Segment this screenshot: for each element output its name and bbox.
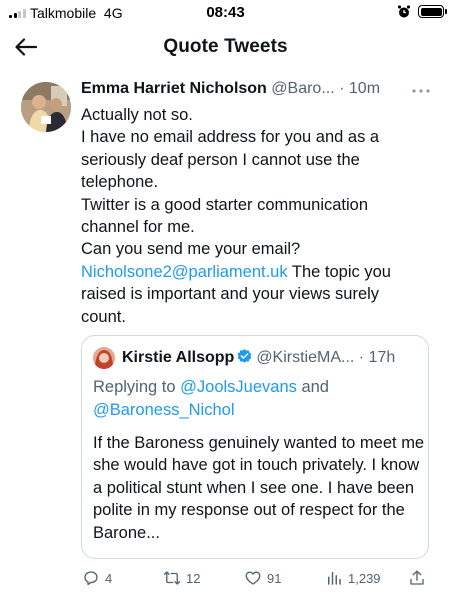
verified-icon [237, 349, 252, 363]
tweet-line: I have no email address for you and as a… [81, 128, 380, 192]
replying-to: Replying to @JoolsJuevans and @Baroness_… [93, 376, 423, 422]
status-time: 08:43 [206, 4, 245, 21]
retweet-count: 12 [186, 570, 201, 586]
tweet-line: Actually not so. [81, 106, 193, 124]
reply-icon [84, 571, 98, 586]
mention-link[interactable]: @JoolsJuevans [180, 378, 297, 396]
tweet-time[interactable]: 10m [349, 80, 380, 97]
alarm-icon [398, 5, 410, 18]
quoted-tweet-time: 17h [368, 349, 396, 366]
like-count: 91 [267, 570, 282, 586]
views-count: 1,239 [348, 570, 381, 586]
tweet-line: Can you send me your email? [81, 240, 301, 259]
share-button[interactable] [408, 564, 426, 592]
status-bar: Talkmobile 4G 08:43 [0, 0, 451, 26]
quoted-author-name: Kirstie Allsopp [122, 349, 235, 366]
reply-count: 4 [105, 570, 113, 586]
like-icon [245, 571, 261, 585]
tweet-line: Nicholsone2@parliament.uk The topic you … [81, 261, 426, 328]
mention-link[interactable]: @Baroness_Nichol [93, 401, 234, 419]
and-label: and [296, 378, 329, 396]
author-name[interactable]: Emma Harriet Nicholson [81, 80, 267, 97]
quoted-tweet-card[interactable]: Kirstie Allsopp @KirstieMA... · 17h Repl… [81, 335, 429, 559]
replying-to-label: Replying to [93, 378, 181, 396]
tweet-text: Actually not so. I have no email address… [81, 104, 426, 328]
retweet-button[interactable]: 12 [163, 564, 200, 592]
tweet-header: Emma Harriet Nicholson @Baro... · 10m [81, 80, 441, 102]
views-button[interactable]: 1,239 [325, 564, 381, 592]
quoted-tweet-header: Kirstie Allsopp @KirstieMA... · 17h [122, 348, 422, 367]
page-title: Quote Tweets [163, 36, 288, 57]
more-icon[interactable] [411, 84, 431, 98]
reply-button[interactable]: 4 [82, 564, 112, 592]
header: Quote Tweets [0, 28, 451, 66]
quoted-author-handle: @KirstieMA... [256, 349, 355, 366]
tweet-actions: 4 12 91 1,239 [0, 564, 451, 592]
quoted-tweet-text: If the Baroness genuinely wanted to meet… [93, 434, 425, 542]
author-handle[interactable]: @Baro... [271, 80, 334, 97]
author-avatar[interactable] [21, 82, 71, 132]
share-icon [410, 570, 424, 585]
email-link[interactable]: Nicholsone2@parliament.uk [81, 263, 288, 281]
battery-icon [418, 5, 447, 18]
quoted-author-avatar [93, 347, 115, 369]
quoted-header-separator: · [358, 349, 365, 366]
header-separator: · [339, 80, 345, 97]
tweet-line: Twitter is a good starter communication … [81, 195, 369, 237]
retweet-icon [163, 571, 181, 585]
like-button[interactable]: 91 [244, 564, 281, 592]
views-icon [328, 572, 341, 585]
